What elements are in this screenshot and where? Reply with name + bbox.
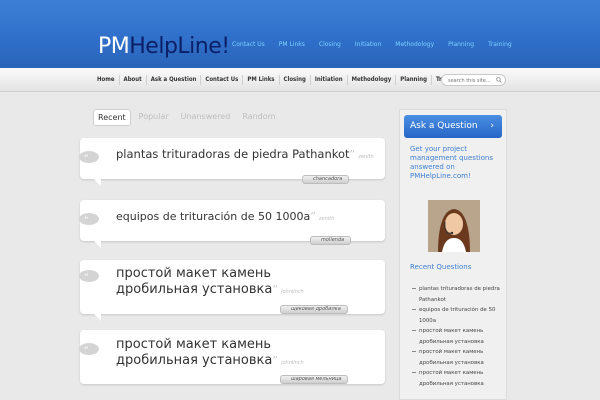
question-title-text[interactable]: equipos de trituración de 50 1000a <box>116 210 310 223</box>
question-tag[interactable]: щековая дробилка <box>280 305 348 314</box>
speech-bubble-icon: “ <box>79 213 99 226</box>
support-agent-photo <box>428 200 480 252</box>
recent-question-link[interactable]: простой макет камень дробильная установк… <box>410 326 504 347</box>
question-tag[interactable]: шаровая мельница <box>280 375 349 384</box>
logo-pm: PM <box>98 34 130 59</box>
question-title-text[interactable]: plantas trituradoras de piedra Pathankot <box>116 147 350 161</box>
question-author[interactable]: zenith <box>358 154 373 160</box>
quote-mark: ” <box>272 283 279 296</box>
site-logo[interactable]: PMHelpLine! <box>98 34 230 59</box>
nav-home[interactable]: Home <box>93 75 120 85</box>
tab-popular[interactable]: Popular <box>135 109 173 126</box>
svg-text:“: “ <box>84 273 89 283</box>
site-header: PMHelpLine! Contact Us PM Links Closing … <box>0 0 600 68</box>
top-links: Contact Us PM Links Closing Initiation M… <box>232 41 526 48</box>
sidebar-blurb: Get your project management questions an… <box>410 145 494 180</box>
nav-contact-us[interactable]: Contact Us <box>201 75 244 85</box>
question-title[interactable]: plantas trituradoras de piedra Pathankot… <box>116 147 374 161</box>
tab-random[interactable]: Random <box>238 109 279 126</box>
toplink-training[interactable]: Training <box>488 41 512 48</box>
question-title-line2[interactable]: дробильная установка <box>116 353 272 368</box>
speech-bubble-icon: “ <box>79 343 99 356</box>
search-box <box>441 74 506 86</box>
nav-methodology[interactable]: Methodology <box>348 75 397 85</box>
question-card[interactable]: “ equipos de trituración de 50 1000a” zen… <box>79 200 385 245</box>
logo-helpline: HelpLine! <box>129 34 230 59</box>
recent-questions-list: plantas trituradoras de piedra Pathankot… <box>410 284 504 389</box>
question-author[interactable]: zenith <box>319 216 334 222</box>
ask-question-label: Ask a Question <box>410 121 478 131</box>
svg-text:“: “ <box>84 154 89 164</box>
toplink-contact-us[interactable]: Contact Us <box>232 41 265 48</box>
ask-question-button[interactable]: Ask a Question › <box>404 115 502 138</box>
recent-question-link[interactable]: простой макет камень дробильная установк… <box>410 368 504 389</box>
nav-closing[interactable]: Closing <box>280 75 311 85</box>
quote-mark: ” <box>272 354 279 367</box>
nav-planning[interactable]: Planning <box>396 75 432 85</box>
main-nav: Home About Ask a Question Contact Us PM … <box>93 68 465 92</box>
nav-initiation[interactable]: Initiation <box>311 75 348 85</box>
question-author[interactable]: johnlinch <box>281 289 304 295</box>
question-tabs: Recent Popular Unanswered Random <box>93 109 283 126</box>
nav-pm-links[interactable]: PM Links <box>243 75 280 85</box>
recent-question-link[interactable]: plantas trituradoras de piedra Pathankot <box>410 284 504 305</box>
question-tag[interactable]: molienda <box>310 236 352 245</box>
main-nav-bar: Home About Ask a Question Contact Us PM … <box>0 68 600 92</box>
quote-mark: ” <box>310 210 316 223</box>
sidebar: Ask a Question › Get your project manage… <box>399 109 507 400</box>
nav-ask-a-question[interactable]: Ask a Question <box>147 75 202 85</box>
chevron-right-icon: › <box>490 121 494 131</box>
svg-text:“: “ <box>84 216 89 226</box>
recent-questions-title: Recent Questions <box>410 263 472 271</box>
bubble-tail <box>94 314 101 321</box>
toplink-planning[interactable]: Planning <box>448 41 474 48</box>
question-title[interactable]: простой макет камень дробильная установк… <box>116 266 304 300</box>
svg-text:“: “ <box>84 346 89 356</box>
quote-mark: ” <box>349 148 356 161</box>
bubble-tail <box>94 179 101 186</box>
toplink-pm-links[interactable]: PM Links <box>279 41 305 48</box>
toplink-initiation[interactable]: Initiation <box>355 41 381 48</box>
question-title[interactable]: простой макет камень дробильная установк… <box>116 337 304 371</box>
recent-question-link[interactable]: equipos de trituración de 50 1000a <box>410 305 504 326</box>
speech-bubble-icon: “ <box>79 151 99 164</box>
question-card[interactable]: “ plantas trituradoras de piedra Pathank… <box>79 138 385 184</box>
bubble-tail <box>94 241 101 248</box>
recent-question-link[interactable]: простой макет камень дробильная установк… <box>410 347 504 368</box>
question-title[interactable]: equipos de trituración de 50 1000a” zenit… <box>116 210 334 223</box>
speech-bubble-icon: “ <box>79 270 99 283</box>
tab-recent[interactable]: Recent <box>93 109 131 126</box>
question-author[interactable]: johnlinch <box>281 360 304 366</box>
toplink-methodology[interactable]: Methodology <box>395 41 434 48</box>
search-icon[interactable] <box>496 77 502 83</box>
question-title-line2[interactable]: дробильная установка <box>116 282 272 297</box>
nav-about[interactable]: About <box>120 75 147 85</box>
tab-unanswered[interactable]: Unanswered <box>177 109 235 126</box>
search-input[interactable] <box>448 77 496 84</box>
question-title-line1[interactable]: простой макет камень <box>116 337 304 353</box>
question-tag[interactable]: chancadora <box>302 175 350 184</box>
question-card[interactable]: “ простой макет камень дробильная устано… <box>79 330 385 384</box>
toplink-closing[interactable]: Closing <box>319 41 341 48</box>
question-card[interactable]: “ простой макет камень дробильная устано… <box>79 260 385 314</box>
question-title-line1[interactable]: простой макет камень <box>116 266 304 282</box>
